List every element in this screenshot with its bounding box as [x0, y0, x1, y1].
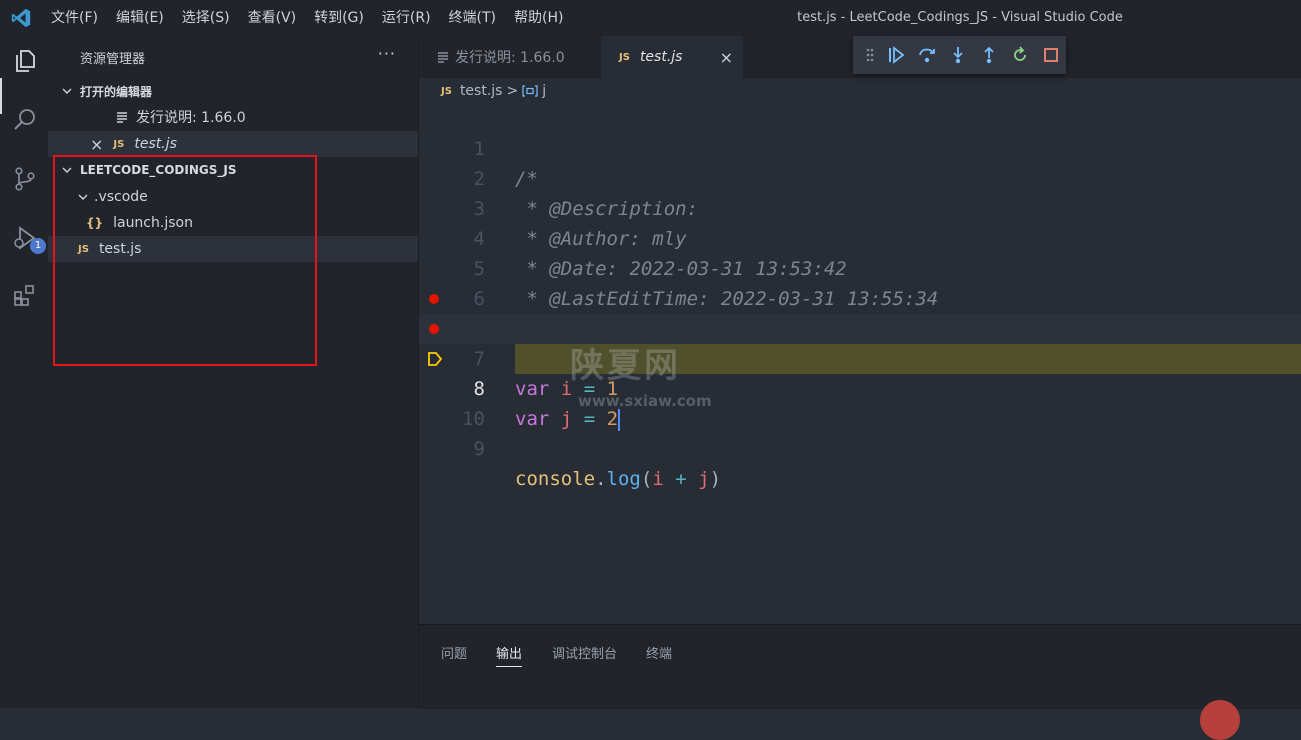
js-file-icon: JS: [441, 85, 452, 97]
panel-tab-debug-console[interactable]: 调试控制台: [552, 643, 617, 662]
punctuation: (: [640, 468, 653, 490]
variable-icon: [522, 85, 538, 97]
close-icon[interactable]: ×: [720, 48, 733, 67]
text-lines-icon: [117, 112, 127, 123]
code-editor[interactable]: 1 /* 2 * @Description: 3 * @Author: mly …: [419, 104, 1301, 624]
code-line: 6 */: [419, 254, 1301, 340]
js-file-icon: JS: [113, 138, 125, 150]
number-literal: 2: [606, 408, 619, 430]
source-control-icon[interactable]: [12, 166, 38, 192]
code-line: 2 * @Description:: [419, 134, 1301, 220]
panel-tab-problems[interactable]: 问题: [441, 643, 467, 662]
menu-edit[interactable]: 编辑(E): [107, 0, 173, 36]
annotation-highlight-box: [53, 155, 317, 366]
window-title: test.js - LeetCode_Codings_JS - Visual S…: [797, 10, 1123, 25]
panel-tab-output[interactable]: 输出: [496, 643, 523, 667]
step-out-icon[interactable]: [979, 45, 999, 65]
activity-bar: 1: [0, 36, 48, 708]
sidebar-title: 资源管理器: [80, 52, 146, 67]
debug-badge: 1: [30, 238, 46, 254]
identifier: j: [560, 408, 573, 430]
menu-selection[interactable]: 选择(S): [173, 0, 239, 36]
continue-icon[interactable]: [886, 45, 906, 65]
punctuation: .: [595, 468, 607, 490]
code-line: 3 * @Author: mly: [419, 164, 1301, 250]
vscode-logo-icon: [11, 8, 31, 28]
open-editor-release-notes[interactable]: 发行说明: 1.66.0: [48, 104, 418, 130]
watermark: 陕夏网: [570, 346, 681, 386]
code-line-paused: 9 console.log(i + j): [419, 344, 1301, 490]
identifier: j: [698, 468, 710, 490]
restart-icon[interactable]: [1010, 45, 1030, 65]
menu-bar: 文件(F) 编辑(E) 选择(S) 查看(V) 转到(G) 运行(R) 终端(T…: [42, 0, 572, 36]
breakpoint-icon[interactable]: [429, 294, 439, 304]
extensions-icon[interactable]: [12, 282, 38, 308]
more-actions-icon[interactable]: ···: [378, 44, 396, 63]
code-line: 7 var i = 1: [419, 284, 1301, 400]
bottom-panel: 问题 输出 调试控制台 终端: [419, 624, 1301, 709]
open-editors-header[interactable]: 打开的编辑器: [48, 78, 418, 104]
menu-file[interactable]: 文件(F): [42, 0, 107, 36]
chevron-down-icon: [62, 88, 72, 94]
open-editor-label: 发行说明: 1.66.0: [136, 110, 246, 126]
tab-release-notes[interactable]: 发行说明: 1.66.0: [419, 36, 601, 78]
js-file-icon: JS: [619, 51, 630, 63]
step-into-icon[interactable]: [948, 45, 968, 65]
breakpoint-icon[interactable]: [429, 324, 439, 334]
menu-run[interactable]: 运行(R): [373, 0, 440, 36]
breadcrumb: JS test.js > j: [441, 78, 546, 104]
line-number: 10: [462, 408, 485, 430]
debug-toolbar: [853, 36, 1066, 74]
punctuation: ): [709, 468, 722, 490]
code-line: 4 * @Date: 2022-03-31 13:53:42: [419, 194, 1301, 280]
menu-help[interactable]: 帮助(H): [505, 0, 572, 36]
code-line: 10: [419, 374, 1301, 430]
explorer-icon[interactable]: [12, 48, 38, 74]
code-text: console.log(i + j): [515, 464, 721, 494]
open-editor-label: test.js: [134, 136, 177, 152]
tab-label: 发行说明: 1.66.0: [455, 50, 565, 66]
menu-go[interactable]: 转到(G): [305, 0, 373, 36]
watermark-url: www.sxiaw.com: [578, 392, 712, 410]
stop-icon[interactable]: [1041, 45, 1061, 65]
panel-tab-terminal[interactable]: 终端: [646, 643, 672, 662]
menu-terminal[interactable]: 终端(T): [440, 0, 505, 36]
keyword: var: [515, 408, 550, 430]
identifier: i: [652, 468, 664, 490]
breadcrumb-separator: >: [506, 83, 519, 99]
title-bar: 文件(F) 编辑(E) 选择(S) 查看(V) 转到(G) 运行(R) 终端(T…: [0, 0, 1301, 36]
paused-breakpoint-arrow-icon[interactable]: [427, 351, 443, 367]
drag-handle-icon[interactable]: [865, 47, 875, 63]
breadcrumb-symbol[interactable]: j: [542, 83, 546, 99]
code-line: 5 * @LastEditTime: 2022-03-31 13:55:34: [419, 224, 1301, 310]
text-cursor: [618, 408, 621, 431]
active-indicator: [0, 78, 2, 114]
operator: =: [583, 408, 596, 430]
code-line-current: 8 var j = 2: [419, 314, 1301, 431]
operator: +: [675, 468, 687, 490]
breadcrumb-file[interactable]: test.js: [460, 83, 503, 99]
function-name: log: [606, 468, 641, 490]
tab-test-js[interactable]: JS test.js ×: [601, 36, 743, 78]
text-lines-icon: [438, 52, 448, 63]
object: console: [515, 468, 596, 490]
close-icon[interactable]: ×: [90, 135, 103, 154]
open-editor-test-js[interactable]: × JS test.js: [48, 131, 418, 157]
search-icon[interactable]: [12, 107, 38, 133]
open-editors-label: 打开的编辑器: [80, 84, 153, 99]
menu-view[interactable]: 查看(V): [239, 0, 306, 36]
step-over-icon[interactable]: [917, 45, 937, 65]
tab-label: test.js: [639, 49, 683, 65]
explorer-sidebar: 资源管理器 ··· 打开的编辑器 发行说明: 1.66.0 × JS test.…: [48, 36, 419, 708]
corner-decoration: [1200, 700, 1240, 740]
code-line: 1 /*: [419, 104, 1301, 190]
